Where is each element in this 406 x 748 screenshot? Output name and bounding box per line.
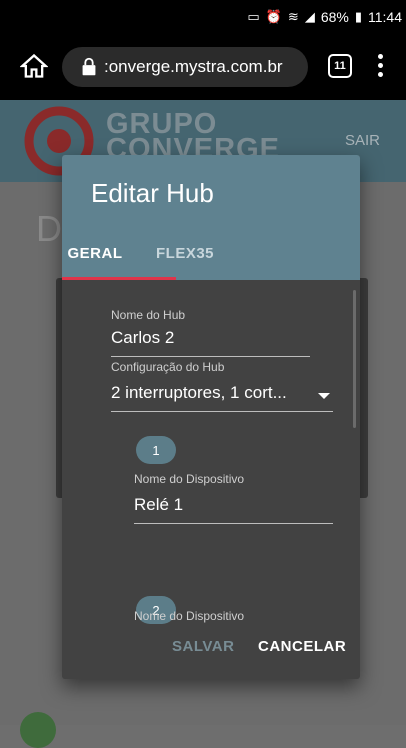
cast-icon: ▭ [247, 9, 260, 24]
device-name-underline [134, 523, 333, 524]
background-fab [20, 712, 56, 748]
url-text: :onverge.mystra.com.br [104, 57, 283, 76]
tab-count: 11 [334, 60, 346, 72]
hub-config-underline [111, 411, 333, 412]
battery-icon: ▮ [354, 9, 362, 24]
chevron-down-icon[interactable] [318, 393, 330, 399]
address-bar[interactable]: :onverge.mystra.com.br [62, 47, 308, 87]
hub-config-select[interactable]: 2 interruptores, 1 cort... [111, 383, 287, 403]
hub-name-label: Nome do Hub [111, 308, 186, 322]
tab-switcher-icon[interactable]: 11 [328, 54, 352, 78]
dialog-header: Editar Hub GERAL FLEX35 [62, 155, 360, 280]
device-name-field[interactable]: Relé 1 [134, 495, 183, 515]
signal-icon: ◢ [304, 9, 315, 24]
background-heading: D [36, 208, 62, 249]
hub-name-field[interactable]: Carlos 2 [111, 328, 174, 348]
cancel-button[interactable]: CANCELAR [258, 638, 346, 655]
device-name-label: Nome do Dispositivo [134, 472, 245, 486]
alarm-icon: ⏰ [265, 9, 282, 24]
save-button[interactable]: SALVAR [172, 638, 234, 655]
battery-level: 68% [320, 9, 349, 25]
status-bar: ▭ ⏰ ≋ ◢ 68% ▮ 11:44 [0, 0, 406, 34]
dialog-actions: SALVAR CANCELAR [62, 620, 360, 679]
edit-hub-dialog: Editar Hub GERAL FLEX35 Nome do Hub Carl… [62, 155, 360, 679]
dialog-body: Nome do Hub Carlos 2 Configuração do Hub… [62, 280, 360, 624]
tab-flex35[interactable]: FLEX35 [156, 245, 214, 262]
logout-link[interactable]: SAIR [345, 132, 380, 149]
overflow-menu-icon[interactable] [378, 54, 384, 78]
clock: 11:44 [368, 9, 402, 25]
hub-name-underline [111, 356, 310, 357]
wifi-icon: ≋ [287, 9, 299, 24]
browser-toolbar: :onverge.mystra.com.br 11 [0, 34, 406, 100]
scrollbar[interactable] [353, 290, 356, 428]
device-number-badge: 1 [136, 436, 176, 464]
dialog-title: Editar Hub [91, 178, 214, 208]
home-icon[interactable] [20, 52, 48, 80]
hub-config-label: Configuração do Hub [111, 360, 225, 374]
tab-geral[interactable]: GERAL [62, 245, 128, 262]
lock-icon [82, 57, 96, 76]
